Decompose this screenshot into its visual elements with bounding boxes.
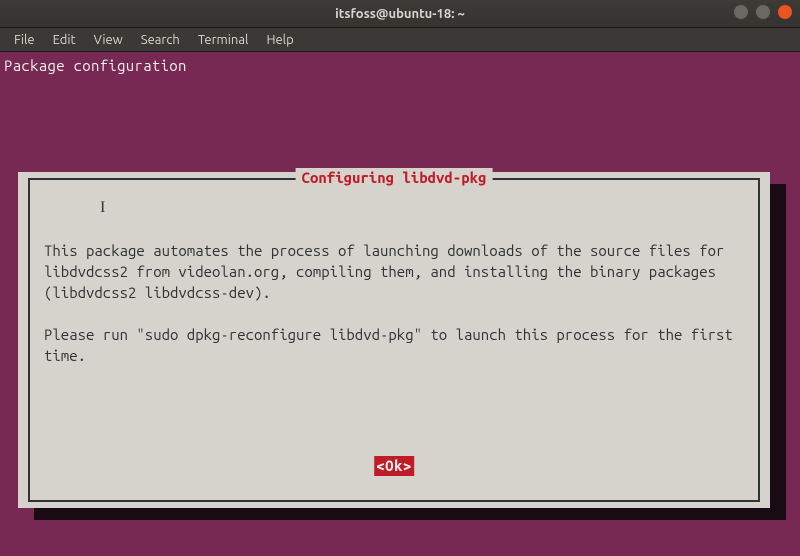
dialog-title: Configuring libdvd-pkg: [296, 168, 493, 188]
maximize-icon[interactable]: [756, 5, 770, 19]
close-icon[interactable]: [778, 5, 792, 19]
menu-view[interactable]: View: [86, 31, 131, 49]
menu-search[interactable]: Search: [133, 31, 188, 49]
menubar: File Edit View Search Terminal Help: [0, 28, 800, 52]
config-dialog: Configuring libdvd-pkg This package auto…: [18, 172, 770, 508]
menu-help[interactable]: Help: [258, 31, 301, 49]
ok-button[interactable]: <Ok>: [374, 456, 414, 476]
window-controls: [734, 5, 792, 19]
menu-edit[interactable]: Edit: [45, 31, 84, 49]
dialog-body: This package automates the process of la…: [44, 240, 744, 366]
window-title: itsfoss@ubuntu-18: ~: [335, 7, 465, 21]
menu-file[interactable]: File: [6, 31, 43, 49]
dialog-border: Configuring libdvd-pkg This package auto…: [28, 178, 760, 502]
menu-terminal[interactable]: Terminal: [190, 31, 257, 49]
terminal-area[interactable]: Package configuration Configuring libdvd…: [0, 52, 800, 556]
minimize-icon[interactable]: [734, 5, 748, 19]
titlebar: itsfoss@ubuntu-18: ~: [0, 0, 800, 28]
page-title: Package configuration: [4, 54, 796, 76]
